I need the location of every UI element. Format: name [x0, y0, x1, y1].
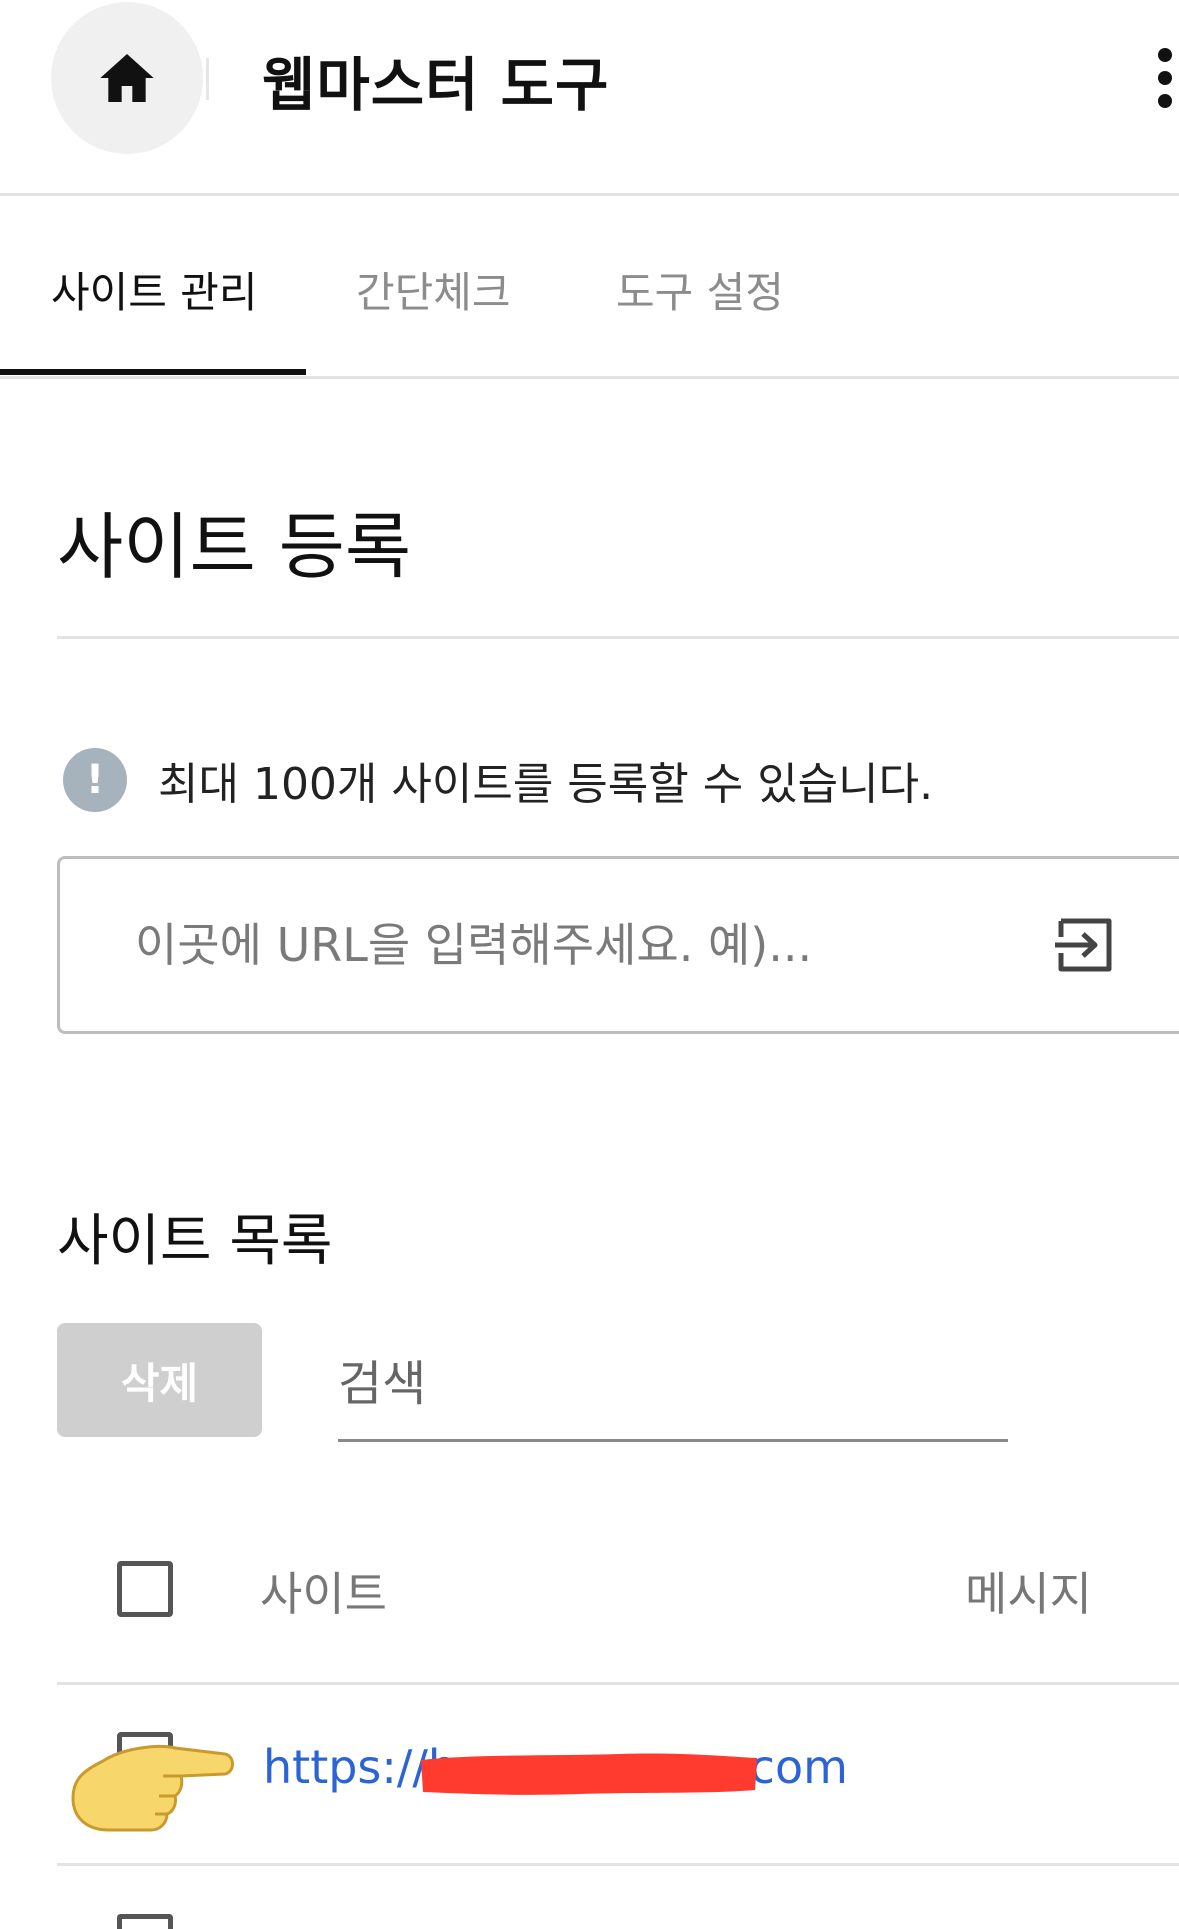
pointing-hand-icon	[71, 1745, 234, 1832]
url-input-box	[57, 856, 1179, 1034]
enter-arrow-icon[interactable]	[1053, 913, 1117, 977]
info-exclamation-icon: !	[63, 748, 127, 812]
column-header-message: 메시지	[965, 1567, 1092, 1621]
redaction-mark	[421, 1753, 757, 1795]
home-button[interactable]	[51, 2, 203, 154]
tab-bar: 사이트 관리 간단체크 도구 설정	[0, 199, 1179, 379]
tab-tool-settings[interactable]: 도구 설정	[616, 259, 784, 320]
tab-site-management[interactable]: 사이트 관리	[51, 259, 258, 320]
table-header: 사이트 메시지	[57, 1530, 1179, 1685]
search-field	[338, 1340, 1008, 1442]
page: 웹마스터 도구 사이트 관리 간단체크 도구 설정 사이트 등록 ! 최대 10…	[0, 0, 1179, 1929]
header-divider	[206, 58, 209, 100]
more-vertical-icon[interactable]	[1150, 48, 1179, 108]
app-header: 웹마스터 도구	[0, 0, 1179, 196]
row-checkbox[interactable]	[117, 1914, 173, 1929]
home-icon	[100, 54, 154, 102]
app-title: 웹마스터 도구	[262, 51, 610, 119]
tab-quick-check[interactable]: 간단체크	[356, 259, 511, 320]
registration-title: 사이트 등록	[57, 505, 412, 589]
active-tab-indicator	[0, 369, 306, 375]
select-all-checkbox[interactable]	[117, 1561, 173, 1617]
site-list-title: 사이트 목록	[57, 1209, 333, 1274]
search-input[interactable]	[338, 1340, 1008, 1428]
delete-button[interactable]: 삭제	[57, 1323, 262, 1437]
section-divider	[57, 636, 1179, 639]
url-input[interactable]	[135, 913, 1015, 977]
table-row: https://h .com	[57, 1688, 1179, 1866]
column-header-site: 사이트	[260, 1567, 387, 1621]
registration-notice: 최대 100개 사이트를 등록할 수 있습니다.	[158, 759, 934, 810]
